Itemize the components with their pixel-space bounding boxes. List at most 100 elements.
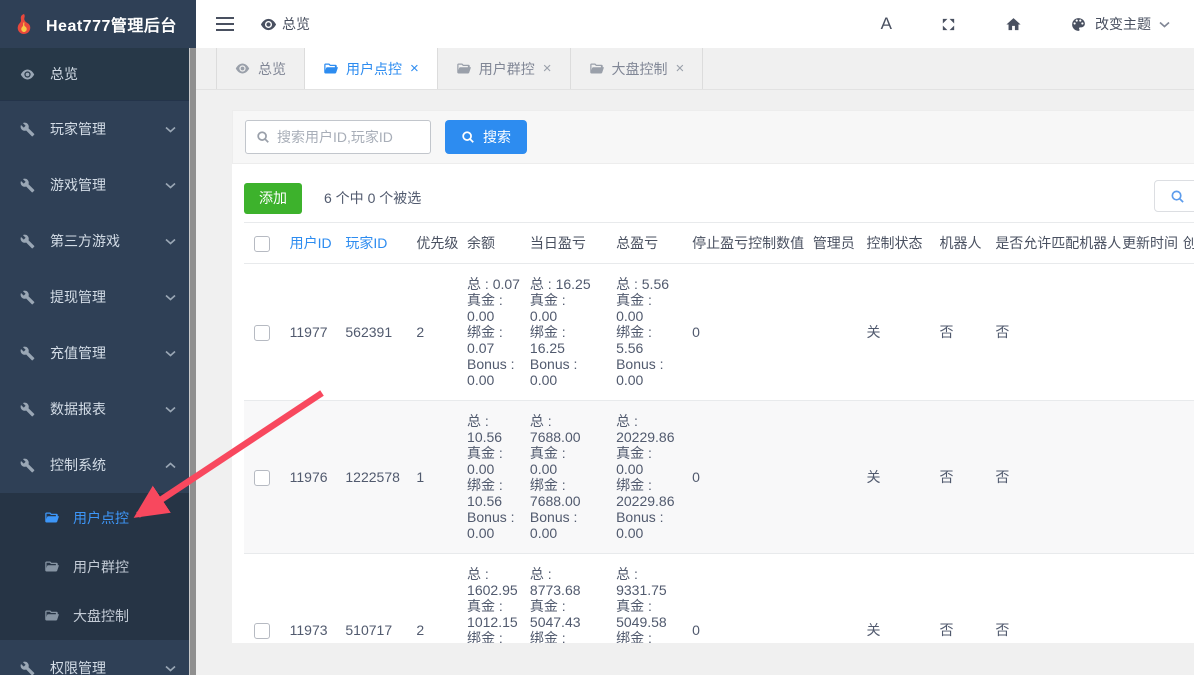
cell-create-time — [1183, 554, 1194, 644]
row-checkbox[interactable] — [254, 623, 270, 639]
wrench-icon — [20, 122, 35, 137]
sidebar-item-permission-mgmt[interactable]: 权限管理 — [0, 640, 196, 675]
tab-market-control[interactable]: 大盘控制 × — [571, 48, 704, 89]
search-button-label: 搜索 — [483, 127, 511, 147]
fullscreen-icon[interactable] — [940, 16, 957, 33]
page-content: 搜索 添加 6 个中 0 个被选 — [196, 90, 1194, 643]
search-icon — [1170, 189, 1185, 204]
sidebar-item-label: 数据报表 — [50, 399, 150, 419]
col-header-admin: 管理员 — [813, 223, 867, 264]
cell-allow-match-robot: 否 — [995, 554, 1122, 644]
cell-update-time — [1122, 554, 1183, 644]
main-area: 总览 A 改变主题 总览 用户点控 × 用户群控 × — [196, 0, 1194, 675]
cell-admin — [813, 401, 867, 554]
sidebar-item-game-mgmt[interactable]: 游戏管理 — [0, 157, 196, 213]
sidebar-scrollbar[interactable] — [189, 48, 196, 675]
tab-label: 用户点控 — [346, 59, 402, 79]
sidebar-item-label: 大盘控制 — [73, 606, 129, 626]
close-icon[interactable]: × — [676, 61, 685, 76]
palette-icon — [1070, 16, 1087, 33]
home-icon[interactable] — [1005, 16, 1022, 33]
cell-user-id: 11973 — [290, 554, 346, 644]
chevron-down-icon — [165, 182, 176, 189]
sidebar-item-recharge-mgmt[interactable]: 充值管理 — [0, 325, 196, 381]
col-header-create-time: 创建时间 — [1183, 223, 1194, 264]
sidebar-item-thirdparty-games[interactable]: 第三方游戏 — [0, 213, 196, 269]
eye-icon — [20, 67, 35, 82]
col-header-allow-match-robot: 是否允许匹配机器人 — [995, 223, 1122, 264]
cell-total-pl: 总 : 20229.86 真金 : 0.00 绑金 : 20229.86 Bon… — [616, 401, 692, 554]
col-header-user-id[interactable]: 用户ID — [290, 223, 346, 264]
close-icon[interactable]: × — [543, 61, 552, 76]
add-button[interactable]: 添加 — [244, 183, 302, 214]
breadcrumb-label: 总览 — [282, 14, 310, 34]
topbar: 总览 A 改变主题 — [196, 0, 1194, 48]
app-logo[interactable]: Heat777管理后台 — [0, 0, 196, 48]
cell-stop-value: 0 — [692, 401, 813, 554]
row-checkbox[interactable] — [254, 325, 270, 341]
close-icon[interactable]: × — [410, 61, 419, 76]
sidebar-item-user-group-control[interactable]: 用户群控 — [0, 542, 196, 591]
cell-priority: 2 — [416, 554, 467, 644]
sidebar-item-market-control[interactable]: 大盘控制 — [0, 591, 196, 640]
tab-label: 大盘控制 — [612, 59, 668, 79]
cell-player-id: 510717 — [345, 554, 416, 644]
tab-user-point-control[interactable]: 用户点控 × — [305, 48, 438, 89]
chevron-down-icon — [165, 294, 176, 301]
search-icon — [461, 130, 475, 144]
cell-priority: 1 — [416, 401, 467, 554]
breadcrumb[interactable]: 总览 — [260, 14, 310, 34]
chevron-down-icon — [165, 126, 176, 133]
search-input[interactable] — [277, 129, 420, 145]
cell-admin — [813, 554, 867, 644]
cell-update-time — [1122, 401, 1183, 554]
cell-balance: 总 : 0.07 真金 : 0.00 绑金 : 0.07 Bonus : 0.0… — [467, 264, 530, 401]
sidebar-item-label: 游戏管理 — [50, 175, 150, 195]
col-header-daily-pl: 当日盈亏 — [530, 223, 616, 264]
cell-control-status: 关 — [867, 264, 940, 401]
cell-balance: 总 : 1602.95 真金 : 1012.15 绑金 : 590.80 Bon… — [467, 554, 530, 644]
table-card: 添加 6 个中 0 个被选 用户ID 玩家ID — [232, 164, 1194, 643]
row-checkbox[interactable] — [254, 470, 270, 486]
cell-stop-value: 0 — [692, 554, 813, 644]
sidebar-item-data-reports[interactable]: 数据报表 — [0, 381, 196, 437]
sidebar-item-player-mgmt[interactable]: 玩家管理 — [0, 101, 196, 157]
sidebar-item-label: 充值管理 — [50, 343, 150, 363]
cell-total-pl: 总 : 5.56 真金 : 0.00 绑金 : 5.56 Bonus : 0.0… — [616, 264, 692, 401]
cell-control-status: 关 — [867, 554, 940, 644]
cell-update-time — [1122, 264, 1183, 401]
sidebar-item-withdraw-mgmt[interactable]: 提现管理 — [0, 269, 196, 325]
wrench-icon — [20, 402, 35, 417]
search-button[interactable]: 搜索 — [445, 120, 527, 154]
search-icon — [256, 130, 270, 144]
table-row: 11973 510717 2 总 : 1602.95 真金 : 1012.15 … — [244, 554, 1194, 644]
tab-overview[interactable]: 总览 — [216, 48, 305, 89]
cell-admin — [813, 264, 867, 401]
table-search-button[interactable] — [1154, 180, 1194, 212]
col-header-player-id[interactable]: 玩家ID — [345, 223, 416, 264]
col-header-control-status: 控制状态 — [867, 223, 940, 264]
font-size-button[interactable]: A — [881, 14, 892, 34]
folder-open-icon — [589, 61, 604, 76]
cell-control-status: 关 — [867, 401, 940, 554]
selection-summary: 6 个中 0 个被选 — [324, 188, 421, 208]
wrench-icon — [20, 178, 35, 193]
change-theme-button[interactable]: 改变主题 — [1070, 14, 1170, 34]
cell-user-id: 11976 — [290, 401, 346, 554]
sidebar-item-label: 用户群控 — [73, 557, 129, 577]
cell-create-time — [1183, 264, 1194, 401]
control-system-submenu: 用户点控 用户群控 大盘控制 — [0, 493, 196, 640]
cell-stop-value: 0 — [692, 264, 813, 401]
folder-open-icon — [456, 61, 471, 76]
wrench-icon — [20, 346, 35, 361]
tab-user-group-control[interactable]: 用户群控 × — [438, 48, 571, 89]
sidebar-item-user-point-control[interactable]: 用户点控 — [0, 493, 196, 542]
sidebar-item-overview[interactable]: 总览 — [0, 48, 196, 101]
collapse-menu-icon[interactable] — [216, 17, 234, 31]
cell-total-pl: 总 : 9331.75 真金 : 5049.58 绑金 : 4282.17 Bo… — [616, 554, 692, 644]
select-all-checkbox[interactable] — [254, 236, 270, 252]
folder-open-icon — [44, 608, 59, 623]
sidebar-item-control-system[interactable]: 控制系统 — [0, 437, 196, 493]
cell-player-id: 562391 — [345, 264, 416, 401]
theme-label: 改变主题 — [1095, 14, 1151, 34]
